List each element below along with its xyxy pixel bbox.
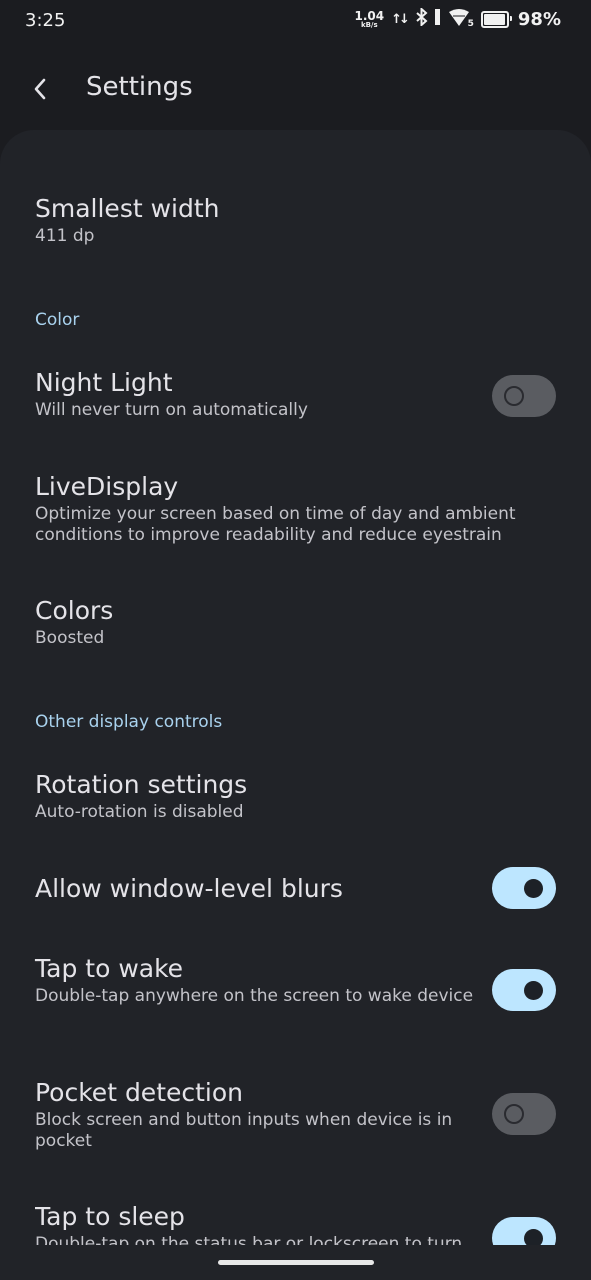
tap-to-sleep-switch[interactable] [492,1217,556,1245]
pref-summary: Double-tap on the status bar or lockscre… [35,1234,463,1245]
settings-list[interactable]: Smallest width 411 dp Color Night Light … [0,130,591,1280]
pref-smallest-width[interactable]: Smallest width 411 dp [35,193,556,247]
pref-title: LiveDisplay [35,472,179,501]
pref-title: Allow window-level blurs [35,874,343,903]
section-header-other-display-controls: Other display controls [35,712,223,732]
pref-colors[interactable]: Colors Boosted [35,595,556,649]
pref-livedisplay[interactable]: LiveDisplay Optimize your screen based o… [35,471,556,546]
gesture-nav-handle[interactable] [218,1260,374,1265]
pref-summary: Boosted [35,628,105,648]
signal-bars-icon [434,8,441,30]
bluetooth-icon [416,6,428,30]
chevron-left-icon [34,78,46,100]
status-time: 3:25 [25,10,66,31]
pref-title: Colors [35,596,114,625]
wifi-icon: 5 [448,9,474,29]
upload-download-arrows-icon: ↑↓ [391,11,410,27]
pref-summary: Double-tap anywhere on the screen to wak… [35,986,474,1006]
battery-icon [480,10,512,28]
status-icons: 1.04 kB/s ↑↓ 5 98% [355,6,561,30]
network-type-badge: 5 [467,19,474,29]
status-bar: 3:25 1.04 kB/s ↑↓ 5 98% [0,0,591,42]
pref-summary: 411 dp [35,226,95,246]
pref-title: Rotation settings [35,770,248,799]
switch-thumb [504,386,524,406]
pref-title: Smallest width [35,194,220,223]
pref-tap-to-wake[interactable]: Tap to wake Double-tap anywhere on the s… [35,953,556,1011]
pref-summary: Auto-rotation is disabled [35,802,244,822]
tap-to-wake-switch[interactable] [492,969,556,1011]
pref-rotation-settings[interactable]: Rotation settings Auto-rotation is disab… [35,769,556,823]
pref-title: Night Light [35,368,173,397]
back-button[interactable] [20,69,60,109]
pocket-detection-switch[interactable] [492,1093,556,1135]
window-blurs-switch[interactable] [492,867,556,909]
app-bar: Settings [0,60,591,118]
switch-thumb [524,879,543,898]
pref-summary: Optimize your screen based on time of da… [35,504,516,545]
pref-tap-to-sleep[interactable]: Tap to sleep Double-tap on the status ba… [35,1201,556,1245]
network-speed-unit: kB/s [360,20,378,29]
page-title: Settings [86,72,193,102]
pref-summary: Block screen and button inputs when devi… [35,1110,453,1151]
switch-thumb [524,1229,543,1245]
pref-title: Tap to sleep [35,1202,185,1231]
network-speed-value: 1.04 [354,8,385,23]
pref-pocket-detection[interactable]: Pocket detection Block screen and button… [35,1077,556,1152]
pref-window-level-blurs[interactable]: Allow window-level blurs [35,867,556,909]
battery-percent: 98% [517,8,561,30]
pref-title: Tap to wake [35,954,184,983]
section-header-color: Color [35,310,80,330]
pref-summary: Will never turn on automatically [35,400,308,420]
screen: 3:25 1.04 kB/s ↑↓ 5 98% Settings Smalles… [0,0,591,1280]
switch-thumb [524,981,543,1000]
battery-level-fill [483,13,506,25]
pref-title: Pocket detection [35,1078,244,1107]
night-light-switch[interactable] [492,375,556,417]
network-speed: 1.04 kB/s [355,10,385,29]
switch-thumb [504,1104,524,1124]
pref-night-light[interactable]: Night Light Will never turn on automatic… [35,367,556,421]
